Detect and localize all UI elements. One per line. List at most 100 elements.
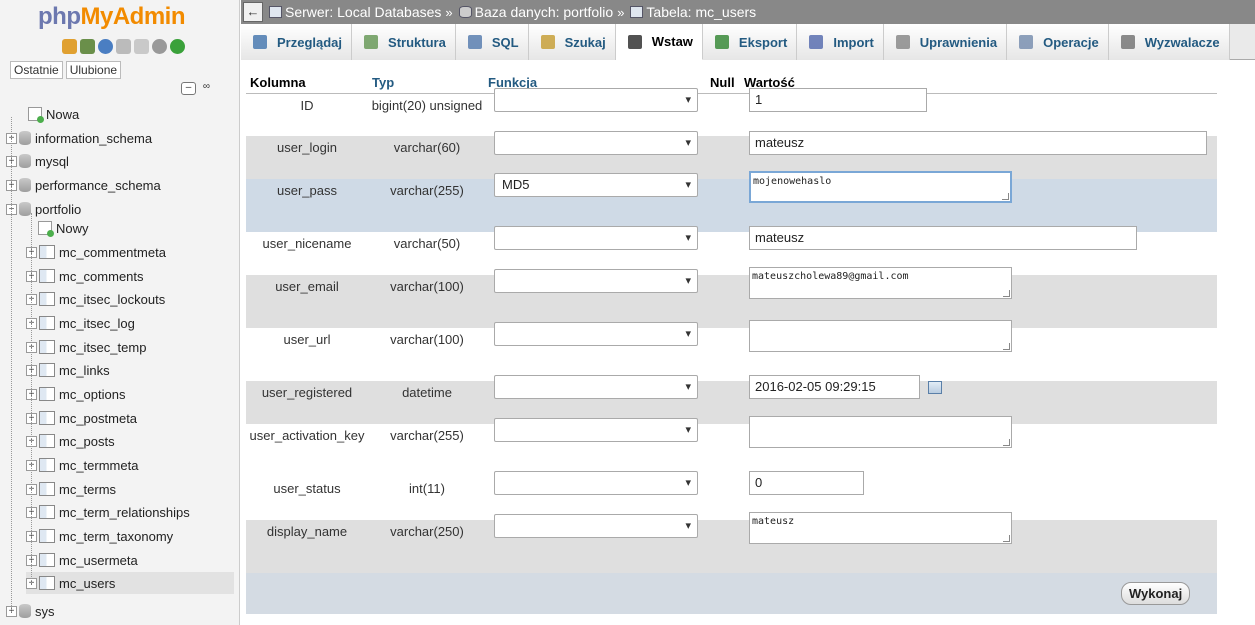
tab-triggers[interactable]: Wyzwalacze (1108, 24, 1230, 60)
recent-tab[interactable]: Ostatnie (10, 61, 63, 79)
tab-privileges[interactable]: Uprawnienia (883, 24, 1008, 60)
link-icon[interactable]: ∞ (199, 82, 214, 95)
database-icon[interactable] (19, 604, 31, 618)
new-item-icon[interactable] (28, 107, 44, 123)
database-icon[interactable] (19, 202, 31, 216)
function-select[interactable] (494, 375, 698, 399)
function-select[interactable] (494, 514, 698, 538)
tree-item-mc-posts[interactable]: + mc_posts (26, 430, 234, 452)
tree-item-label[interactable]: sys (35, 604, 55, 619)
calendar-icon[interactable] (928, 381, 942, 394)
function-select[interactable] (494, 131, 698, 155)
tree-item-mc-postmeta[interactable]: + mc_postmeta (26, 407, 234, 429)
tree-item-mc-term-taxonomy[interactable]: + mc_term_taxonomy (26, 525, 234, 547)
tree-item-performance-schema[interactable]: + performance_schema (6, 174, 161, 196)
tree-item-label[interactable]: mc_comments (59, 269, 144, 284)
tree-item-label[interactable]: mc_terms (59, 482, 116, 497)
tree-item-mc-itsec-log[interactable]: + mc_itsec_log (26, 312, 234, 334)
table-icon[interactable] (39, 411, 55, 425)
function-select[interactable] (494, 471, 698, 495)
table-icon[interactable] (39, 505, 55, 519)
tab-browse[interactable]: Przeglądaj (241, 24, 353, 60)
tree-item-label[interactable]: information_schema (35, 131, 152, 146)
tree-item-label[interactable]: mysql (35, 154, 69, 169)
tree-item-label[interactable]: mc_usermeta (59, 553, 138, 568)
breadcrumb-table[interactable]: Tabela: mc_users (630, 4, 756, 20)
tree-item-mc-term-relationships[interactable]: + mc_term_relationships (26, 501, 234, 523)
function-select[interactable] (494, 322, 698, 346)
value-input[interactable]: mateusz (749, 226, 1137, 250)
database-icon[interactable] (19, 131, 31, 145)
table-icon[interactable] (39, 553, 55, 567)
tree-item-mc-users[interactable]: + mc_users (26, 572, 234, 594)
tree-item-label[interactable]: mc_postmeta (59, 411, 137, 426)
value-textarea[interactable]: mateuszcholewa89@gmail.com (749, 267, 1012, 299)
table-icon[interactable] (39, 363, 55, 377)
tree-item-label[interactable]: mc_termmeta (59, 458, 138, 473)
table-icon[interactable] (39, 269, 55, 283)
function-select[interactable] (494, 418, 698, 442)
tree-item-label[interactable]: mc_commentmeta (59, 245, 166, 260)
value-input[interactable]: mateusz (749, 131, 1207, 155)
value-textarea[interactable]: mojenowehaslo (749, 171, 1012, 203)
tree-item-mc-commentmeta[interactable]: + mc_commentmeta (26, 241, 234, 263)
tree-item-label[interactable]: performance_schema (35, 178, 161, 193)
docs-icon[interactable] (116, 39, 131, 54)
tree-item-Nowy[interactable]: Nowy (26, 217, 234, 239)
tree-item-sys[interactable]: + sys (6, 600, 55, 622)
function-select[interactable] (494, 88, 698, 112)
tree-item-mc-itsec-temp[interactable]: + mc_itsec_temp (26, 336, 234, 358)
table-icon[interactable] (39, 482, 55, 496)
tab-sql[interactable]: SQL (455, 24, 529, 60)
tree-item-label[interactable]: portfolio (35, 202, 81, 217)
submit-button[interactable]: Wykonaj (1121, 582, 1191, 605)
tab-wrench[interactable]: Operacje (1007, 24, 1109, 60)
tree-item-mc-links[interactable]: + mc_links (26, 359, 234, 381)
tab-structure[interactable]: Struktura (352, 24, 456, 60)
table-icon[interactable] (39, 340, 55, 354)
tree-item-label[interactable]: Nowy (56, 221, 89, 236)
tree-item-mc-usermeta[interactable]: + mc_usermeta (26, 549, 234, 571)
tree-item-label[interactable]: mc_links (59, 363, 110, 378)
phpmyadmin-logo[interactable]: phpMyAdmin (38, 3, 185, 31)
tree-item-mc-termmeta[interactable]: + mc_termmeta (26, 454, 234, 476)
table-icon[interactable] (39, 245, 55, 259)
reload-icon[interactable] (170, 39, 185, 54)
table-icon[interactable] (39, 458, 55, 472)
tree-item-label[interactable]: mc_term_taxonomy (59, 529, 173, 544)
value-textarea[interactable] (749, 416, 1012, 448)
back-arrow-icon[interactable]: ← (243, 2, 263, 22)
tree-item-information-schema[interactable]: + information_schema (6, 127, 152, 149)
tab-insert[interactable]: Wstaw (615, 24, 703, 60)
gear-icon[interactable] (152, 39, 167, 54)
tree-item-mc-terms[interactable]: + mc_terms (26, 478, 234, 500)
tree-item-label[interactable]: mc_itsec_lockouts (59, 292, 165, 307)
datetime-input[interactable]: 2016-02-05 09:29:15 (749, 375, 920, 399)
favorites-tab[interactable]: Ulubione (65, 61, 122, 79)
breadcrumb-server[interactable]: Serwer: Local Databases (269, 4, 441, 20)
tab-search[interactable]: Szukaj (528, 24, 616, 60)
tree-item-label[interactable]: mc_users (59, 576, 115, 591)
tree-item-label[interactable]: Nowa (46, 107, 79, 122)
table-icon[interactable] (39, 576, 55, 590)
tree-item-label[interactable]: mc_itsec_log (59, 316, 135, 331)
copy-icon[interactable] (134, 39, 149, 54)
tree-item-label[interactable]: mc_posts (59, 434, 115, 449)
logout-icon[interactable] (80, 39, 95, 54)
tree-item-label[interactable]: mc_options (59, 387, 125, 402)
tab-import[interactable]: Import (797, 24, 884, 60)
tree-item-mc-comments[interactable]: + mc_comments (26, 265, 234, 287)
new-item-icon[interactable] (38, 221, 54, 237)
table-icon[interactable] (39, 387, 55, 401)
database-icon[interactable] (19, 154, 31, 168)
home-icon[interactable] (62, 39, 77, 54)
value-textarea[interactable] (749, 320, 1012, 352)
function-select[interactable]: MD5 (494, 173, 698, 197)
table-icon[interactable] (39, 529, 55, 543)
header-type[interactable]: Typ (372, 71, 394, 93)
tree-item-mc-itsec-lockouts[interactable]: + mc_itsec_lockouts (26, 288, 234, 310)
database-icon[interactable] (19, 178, 31, 192)
tree-item-label[interactable]: mc_term_relationships (59, 505, 190, 520)
function-select[interactable] (494, 269, 698, 293)
tree-item-Nowa[interactable]: Nowa (6, 103, 79, 125)
